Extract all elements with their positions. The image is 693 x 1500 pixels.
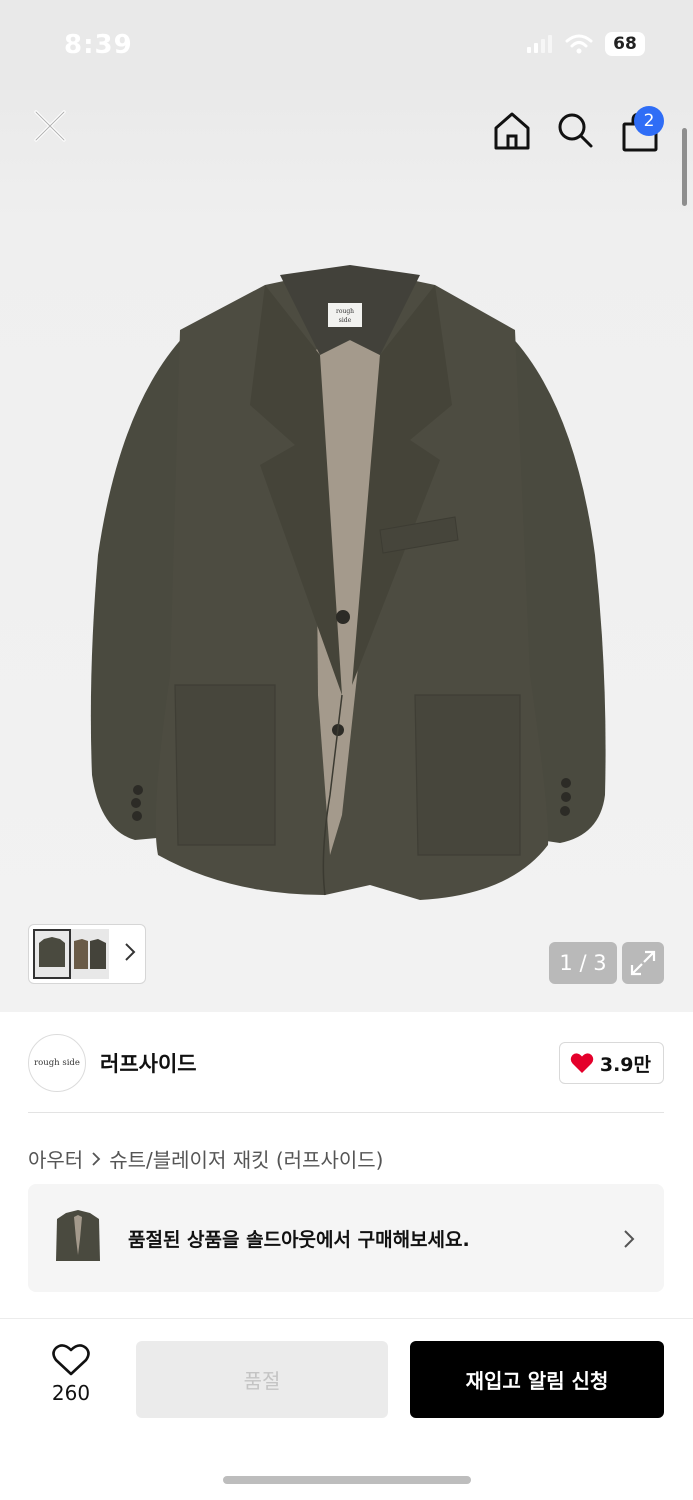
chevron-right-icon: [92, 1151, 101, 1166]
wishlist-count: 260: [51, 1381, 91, 1405]
heart-icon: [52, 1344, 90, 1376]
search-button[interactable]: [553, 108, 597, 152]
jacket-thumbnail-icon: [39, 937, 65, 967]
wifi-icon: [565, 34, 593, 54]
search-icon: [558, 113, 593, 148]
thumbnail-1[interactable]: [33, 929, 71, 979]
brand-like-button[interactable]: 3.9만: [558, 1042, 664, 1084]
brand-logo[interactable]: rough side: [28, 1034, 86, 1092]
scrollbar[interactable]: [682, 128, 687, 206]
chevron-right-icon: [624, 1230, 635, 1248]
thumbnail-2[interactable]: [71, 929, 109, 979]
breadcrumb: 아우터 슈트/블레이저 재킷 (러프사이드): [28, 1144, 383, 1173]
thumbnail-list: [33, 929, 109, 979]
restock-alert-button[interactable]: 재입고 알림 신청: [410, 1341, 664, 1418]
product-image[interactable]: rough side: [80, 255, 620, 915]
brand-name[interactable]: 러프사이드: [100, 1048, 197, 1078]
brand-row[interactable]: rough side 러프사이드 3.9만: [28, 1034, 664, 1092]
page-indicator: 1 / 3: [549, 942, 617, 984]
cart-badge: 2: [634, 106, 664, 136]
breadcrumb-item-outer[interactable]: 아우터: [28, 1144, 83, 1173]
breadcrumb-item-category[interactable]: 슈트/블레이저 재킷 (러프사이드): [109, 1144, 383, 1173]
close-icon: [34, 110, 66, 142]
brand-like-count: 3.9만: [599, 1053, 651, 1076]
status-time: 8:39: [64, 30, 133, 60]
bottom-action-bar: 260 품절 재입고 알림 신청: [0, 1318, 693, 1500]
chevron-right-icon: [125, 943, 136, 961]
status-bar: 8:39 68: [0, 0, 693, 90]
status-icons: 68: [527, 32, 645, 56]
jacket-thumbnail-icon: [74, 939, 106, 969]
home-icon: [494, 112, 530, 150]
wishlist-button[interactable]: 260: [40, 1343, 102, 1423]
thumbnail-strip[interactable]: [28, 924, 146, 984]
heart-icon: [570, 1053, 594, 1073]
jacket-label-top: rough: [336, 308, 354, 315]
signal-icon: [527, 35, 552, 53]
home-indicator: [223, 1476, 471, 1484]
soldout-banner-text: 품절된 상품을 솔드아웃에서 구매해보세요.: [128, 1228, 470, 1251]
jacket-thumbnail-icon: [56, 1210, 100, 1261]
jacket-label-bottom: side: [339, 317, 352, 324]
divider: [28, 1112, 664, 1113]
expand-button[interactable]: [622, 942, 664, 984]
soldout-banner[interactable]: 품절된 상품을 솔드아웃에서 구매해보세요.: [28, 1184, 664, 1292]
battery-indicator: 68: [605, 32, 645, 56]
close-button[interactable]: [28, 104, 72, 148]
soldout-button: 품절: [136, 1341, 388, 1418]
soldout-thumbnail: [50, 1205, 106, 1271]
expand-icon: [630, 950, 656, 976]
home-button[interactable]: [490, 108, 534, 152]
